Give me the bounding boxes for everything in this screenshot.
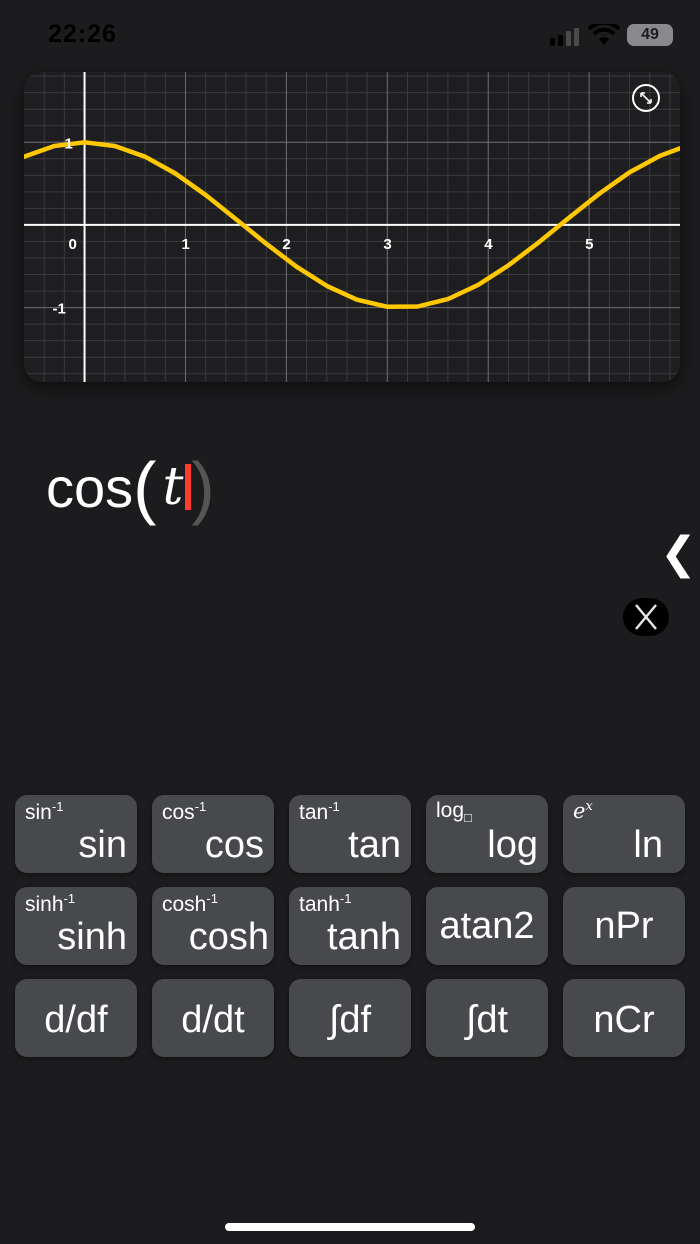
key-tanh[interactable]: tanh-1 tanh [289,887,411,965]
key-label: atan2 [439,905,535,947]
expand-icon [640,92,652,104]
key-cosh[interactable]: cosh-1 cosh [152,887,274,965]
key-integral-dt[interactable]: ∫dt [426,979,548,1057]
key-alt-label: cosh-1 [162,891,218,916]
x-tick-label: 4 [484,236,493,253]
key-ln[interactable]: ex ln [563,795,685,873]
key-label: ln [633,824,663,866]
clear-expression-button[interactable] [623,598,669,636]
key-label: sinh [57,916,127,958]
x-tick-label: 5 [585,236,593,253]
y-tick-label: -1 [53,301,66,318]
key-label: d/dt [181,999,245,1041]
key-derivative-df[interactable]: d/df [15,979,137,1057]
status-bar: 22:26 49 [0,0,700,70]
wifi-icon [588,24,620,45]
key-alt-label: tanh-1 [299,891,352,916]
x-tick-label: 1 [181,236,189,253]
key-integral-df[interactable]: ∫df [289,979,411,1057]
y-tick-label: 1 [65,135,73,152]
key-alt-label: sin-1 [25,799,64,824]
expression-open-paren: ( [133,448,157,526]
key-label: sin [78,824,127,866]
key-npr[interactable]: nPr [563,887,685,965]
expression-display[interactable]: cos ( t ) [46,442,215,532]
key-label: tan [348,824,401,866]
key-ncr[interactable]: nCr [563,979,685,1057]
key-log[interactable]: log□ log [426,795,548,873]
key-label: nCr [593,999,655,1041]
key-alt-label: tan-1 [299,799,340,824]
key-label: tanh [327,916,401,958]
status-time: 22:26 [48,20,117,48]
key-label: cos [204,824,264,866]
key-label: ∫df [328,999,372,1041]
key-alt-label: log□ [436,799,472,826]
cos-graph-chart[interactable]: 0 1 2 3 4 5 1 -1 [24,72,680,382]
cellular-signal-icon [550,28,579,46]
key-derivative-dt[interactable]: d/dt [152,979,274,1057]
close-icon [635,604,657,630]
key-label: d/df [44,999,108,1041]
key-alt-label: sinh-1 [25,891,76,916]
expression-close-paren: ) [191,448,215,526]
x-tick-label: 2 [282,236,290,253]
key-label: log [487,824,538,866]
key-label: nPr [594,905,654,947]
key-label: ∫dt [465,999,509,1041]
key-cos[interactable]: cos-1 cos [152,795,274,873]
key-sin[interactable]: sin-1 sin [15,795,137,873]
home-indicator[interactable] [225,1223,475,1231]
key-tan[interactable]: tan-1 tan [289,795,411,873]
expression-function: cos [46,455,134,519]
key-alt-label: cos-1 [162,799,207,824]
chevron-left-icon[interactable]: ❮ [660,528,697,579]
key-atan2[interactable]: atan2 [426,887,548,965]
x-tick-label: 3 [383,236,391,253]
expand-graph-button[interactable] [632,84,660,112]
expression-variable: t [162,457,184,517]
key-alt-label: ex [573,799,593,823]
graph-view[interactable]: 0 1 2 3 4 5 1 -1 [24,72,680,382]
x-tick-label: 0 [69,236,77,253]
key-label: cosh [188,916,269,958]
battery-icon: 49 [627,24,673,46]
key-sinh[interactable]: sinh-1 sinh [15,887,137,965]
